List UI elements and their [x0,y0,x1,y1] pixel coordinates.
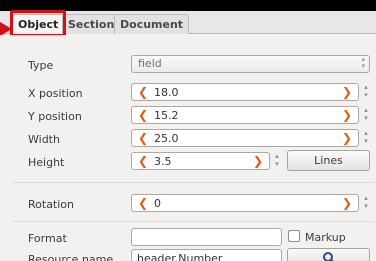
combo-arrows-icon: ▴ ▾ [361,55,365,70]
search-icon [322,252,334,261]
chevron-left-icon[interactable]: ❮ [138,108,148,123]
format-label: Format [28,232,67,245]
height-stepper[interactable]: ▴ ▾ [272,152,282,170]
chevron-left-icon[interactable]: ❮ [138,131,148,146]
resource-name-input[interactable]: header.Number [131,249,282,261]
height-input[interactable]: ❮ 3.5 ❯ [131,152,270,170]
markup-checkbox[interactable] [288,230,300,242]
properties-panel: Type field ▴ ▾ X position ❮ 18.0 ❯ ▴ ▾ Y p… [0,35,376,261]
chevron-left-icon[interactable]: ❮ [138,85,148,100]
rotation-label: Rotation [28,198,75,211]
y-position-label: Y position [28,110,82,123]
rotation-input[interactable]: ❮ 0 ❯ [131,194,359,212]
height-value: 3.5 [154,155,172,168]
x-position-stepper[interactable]: ▴ ▾ [361,83,371,101]
markup-label: Markup [305,231,346,244]
width-label: Width [28,133,60,146]
search-button[interactable] [287,248,370,261]
width-input[interactable]: ❮ 25.0 ❯ [131,129,359,147]
x-position-label: X position [28,87,83,100]
divider [12,182,374,183]
y-position-stepper[interactable]: ▴ ▾ [361,106,371,124]
chevron-right-icon[interactable]: ❯ [342,85,352,100]
x-position-input[interactable]: ❮ 18.0 ❯ [131,83,359,101]
height-label: Height [28,156,65,169]
type-value: field [138,57,162,70]
lines-button[interactable]: Lines [287,150,370,171]
divider [12,221,374,222]
window-top-strip [0,0,376,11]
tab-section[interactable]: Section [62,14,121,34]
type-combobox[interactable]: field ▴ ▾ [131,55,370,73]
width-value: 25.0 [154,132,179,145]
tab-object[interactable]: Object [12,14,65,34]
chevron-right-icon[interactable]: ❯ [342,131,352,146]
chevron-right-icon[interactable]: ❯ [253,154,263,169]
tab-document[interactable]: Document [114,14,190,34]
y-position-value: 15.2 [154,109,179,122]
resource-name-value: header.Number [137,252,223,261]
rotation-value: 0 [154,197,161,210]
chevron-right-icon[interactable]: ❯ [342,108,352,123]
width-stepper[interactable]: ▴ ▾ [361,129,371,147]
resource-name-label: Resource name [28,253,114,261]
type-label: Type [28,59,54,72]
chevron-left-icon[interactable]: ❮ [138,196,148,211]
tab-bar: Object Section Document [0,11,376,34]
x-position-value: 18.0 [154,86,179,99]
y-position-input[interactable]: ❮ 15.2 ❯ [131,106,359,124]
pointer-arrow-icon [0,22,12,36]
chevron-right-icon[interactable]: ❯ [342,196,352,211]
format-input[interactable] [131,228,282,246]
chevron-left-icon[interactable]: ❮ [138,154,148,169]
rotation-stepper[interactable]: ▴ ▾ [361,194,371,212]
